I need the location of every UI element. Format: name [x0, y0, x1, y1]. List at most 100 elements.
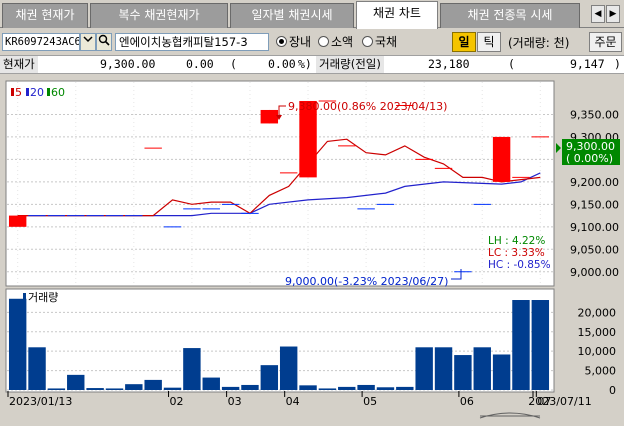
- x-tick-label: 05: [363, 395, 377, 408]
- radio-label: 장내: [289, 35, 312, 49]
- lh-stat: LH : 4.22%: [488, 235, 545, 247]
- tab-bond-chart[interactable]: 채권 차트: [356, 1, 438, 29]
- search-icon: [98, 34, 110, 46]
- x-tick-label: 06: [460, 395, 474, 408]
- volume-bar: [338, 386, 356, 390]
- volume-bar: [28, 347, 46, 390]
- tab-prev-button[interactable]: ◀: [591, 5, 605, 23]
- volume-legend-swatch: [23, 293, 26, 301]
- volume-tick-label: 20,000: [578, 306, 617, 319]
- x-tick-label: 04: [286, 395, 300, 408]
- radio-dot: [318, 36, 329, 47]
- volume-bar: [376, 387, 395, 390]
- price-summary-row: 현재가 9,300.00 0.00 ( 0.00 %) 거래량(전일) 23,1…: [0, 55, 624, 74]
- volume-bar: [492, 354, 511, 390]
- ma5-swatch: [11, 88, 14, 96]
- volume-bar: [279, 346, 298, 390]
- price-tick-label: 9,350.00: [570, 108, 619, 121]
- candle-body: [492, 136, 511, 182]
- volume-label: 거래량(전일): [316, 56, 384, 73]
- volume-bar: [434, 347, 453, 390]
- volume-tick-label: 0: [609, 384, 616, 397]
- volume-unit-label: (거래량: 천): [508, 36, 570, 50]
- candle-body: [8, 215, 27, 227]
- x-tick-label: 03: [228, 395, 242, 408]
- volume-bar: [454, 355, 472, 390]
- ma5-legend-label: 5: [15, 86, 22, 99]
- volume-bar: [473, 347, 491, 390]
- bond-chart[interactable]: 9,000.00 9,050.00 9,100.00 9,150.00 9,200.00…: [0, 75, 624, 426]
- volume-panel-label: 거래량: [28, 291, 58, 304]
- volume-bar: [396, 386, 414, 390]
- tab-next-button[interactable]: ▶: [606, 5, 620, 23]
- tab-daily-bond-quotes[interactable]: 일자별 채권시세: [230, 3, 354, 28]
- bond-code-input[interactable]: KR6097243AC6: [2, 33, 80, 51]
- radio-dot: [276, 36, 287, 47]
- search-button[interactable]: [96, 33, 112, 51]
- volume-bar: [8, 298, 27, 390]
- radio-label: 소액: [331, 35, 354, 49]
- volume-bar: [357, 384, 375, 390]
- daily-button[interactable]: 일: [452, 32, 476, 52]
- volume-bar: [202, 377, 220, 390]
- toolbar: KR6097243AC6 엔에이치농협캐피탈157-3 장내 소액 국채 일 틱…: [0, 29, 624, 55]
- prev-open-paren: (: [508, 57, 515, 71]
- volume-bar: [260, 365, 279, 390]
- chart-canvas[interactable]: 9,000.00 9,050.00 9,100.00 9,150.00 9,200.00…: [0, 75, 624, 426]
- volume-bar: [183, 348, 201, 390]
- bond-name-field[interactable]: 엔에이치농협캐피탈157-3: [115, 33, 269, 51]
- volume-bar: [318, 388, 337, 390]
- tab-all-bonds-quotes[interactable]: 채권 전종목 시세: [440, 3, 580, 28]
- radio-small-amount[interactable]: 소액: [318, 35, 353, 49]
- volume-tick-label: 5,000: [585, 365, 617, 378]
- x-tick-label: 2023/07/11: [528, 395, 591, 408]
- rate-open-paren: (: [230, 57, 237, 71]
- volume-bar: [105, 388, 124, 390]
- current-price: 9,300.00: [100, 57, 156, 71]
- volume-bar: [67, 374, 85, 390]
- volume-bar: [86, 388, 104, 390]
- x-tick-label: 2023/01/13: [9, 395, 72, 408]
- radio-dot: [362, 36, 373, 47]
- volume-bar: [299, 385, 317, 390]
- x-tick-label: 02: [170, 395, 184, 408]
- price-label: 현재가: [0, 56, 38, 73]
- volume-bar: [144, 379, 162, 390]
- current-price-badge-rate: ( 0.00%): [566, 152, 613, 165]
- prev-close-paren: ): [614, 57, 621, 71]
- volume-bar: [221, 386, 240, 390]
- rate-close-paren: %): [298, 57, 312, 71]
- tab-bond-price[interactable]: 채권 현재가: [2, 3, 88, 28]
- volume-bar: [512, 300, 530, 390]
- price-tick-label: 9,200.00: [570, 176, 619, 189]
- chevron-down-icon: [83, 36, 93, 43]
- radio-label: 국채: [375, 35, 398, 49]
- hc-stat: HC : -0.85%: [488, 259, 551, 271]
- price-tick-label: 9,150.00: [570, 198, 619, 211]
- volume-bar: [241, 384, 259, 390]
- volume-value: 23,180: [428, 57, 470, 71]
- ma60-swatch: [47, 88, 50, 96]
- prev-volume-value: 9,147: [570, 57, 605, 71]
- tab-bar: 채권 현재가 복수 채권현재가 일자별 채권시세 채권 차트 채권 전종목 시세…: [0, 0, 624, 29]
- order-button[interactable]: 주문: [589, 32, 622, 52]
- price-tick-label: 9,050.00: [570, 243, 619, 256]
- volume-bar: [163, 387, 182, 390]
- change-rate: 0.00: [268, 57, 296, 71]
- volume-bar: [415, 347, 433, 390]
- tick-button[interactable]: 틱: [477, 32, 501, 52]
- low-annotation-text: 9,000.00(-3.23% 2023/06/27): [285, 275, 448, 288]
- radio-exchange[interactable]: 장내: [276, 35, 311, 49]
- radio-treasury[interactable]: 국채: [362, 35, 397, 49]
- price-change: 0.00: [186, 57, 214, 71]
- ma60-legend-label: 60: [51, 86, 65, 99]
- volume-tick-label: 10,000: [578, 345, 617, 358]
- tab-multi-bond-price[interactable]: 복수 채권현재가: [90, 3, 228, 28]
- ma-legend: 5 20 60: [11, 86, 65, 99]
- volume-bar: [531, 300, 550, 390]
- high-annotation-text: 9,380.00(0.86% 2023/04/13): [288, 100, 447, 113]
- price-tick-label: 9,100.00: [570, 221, 619, 234]
- ma20-legend-label: 20: [30, 86, 44, 99]
- code-dropdown-button[interactable]: [80, 33, 96, 51]
- candle-body: [260, 109, 279, 124]
